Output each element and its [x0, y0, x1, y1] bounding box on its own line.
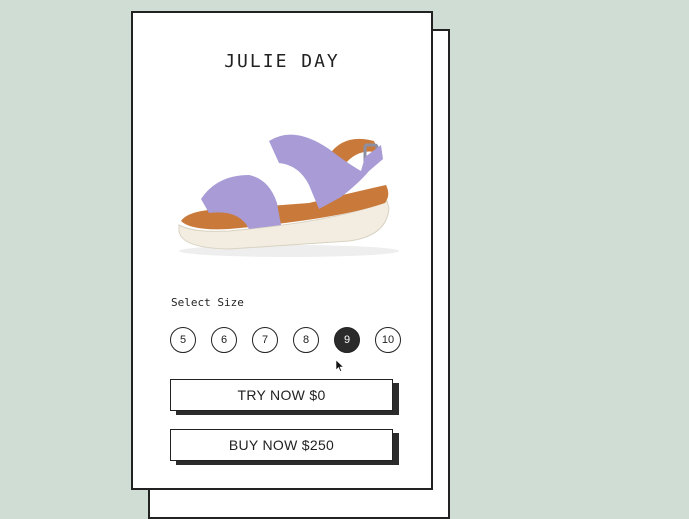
size-option-8[interactable]: 8 [293, 327, 319, 353]
try-now-button[interactable]: TRY NOW $0 [170, 379, 393, 411]
buy-now-button[interactable]: BUY NOW $250 [170, 429, 393, 461]
sandal-image [178, 134, 399, 257]
product-card: JULIE DAY Select Size 5 6 7 8 9 10 TRY N… [131, 11, 433, 490]
size-option-5[interactable]: 5 [170, 327, 196, 353]
size-option-7[interactable]: 7 [252, 327, 278, 353]
size-option-6[interactable]: 6 [211, 327, 237, 353]
brand-title: JULIE DAY [224, 51, 340, 72]
size-label: Select Size [171, 296, 244, 309]
mouse-cursor-icon [336, 360, 344, 372]
size-options: 5 6 7 8 9 10 [170, 327, 402, 355]
size-option-10[interactable]: 10 [375, 327, 401, 353]
size-option-9-selected[interactable]: 9 [334, 327, 360, 353]
